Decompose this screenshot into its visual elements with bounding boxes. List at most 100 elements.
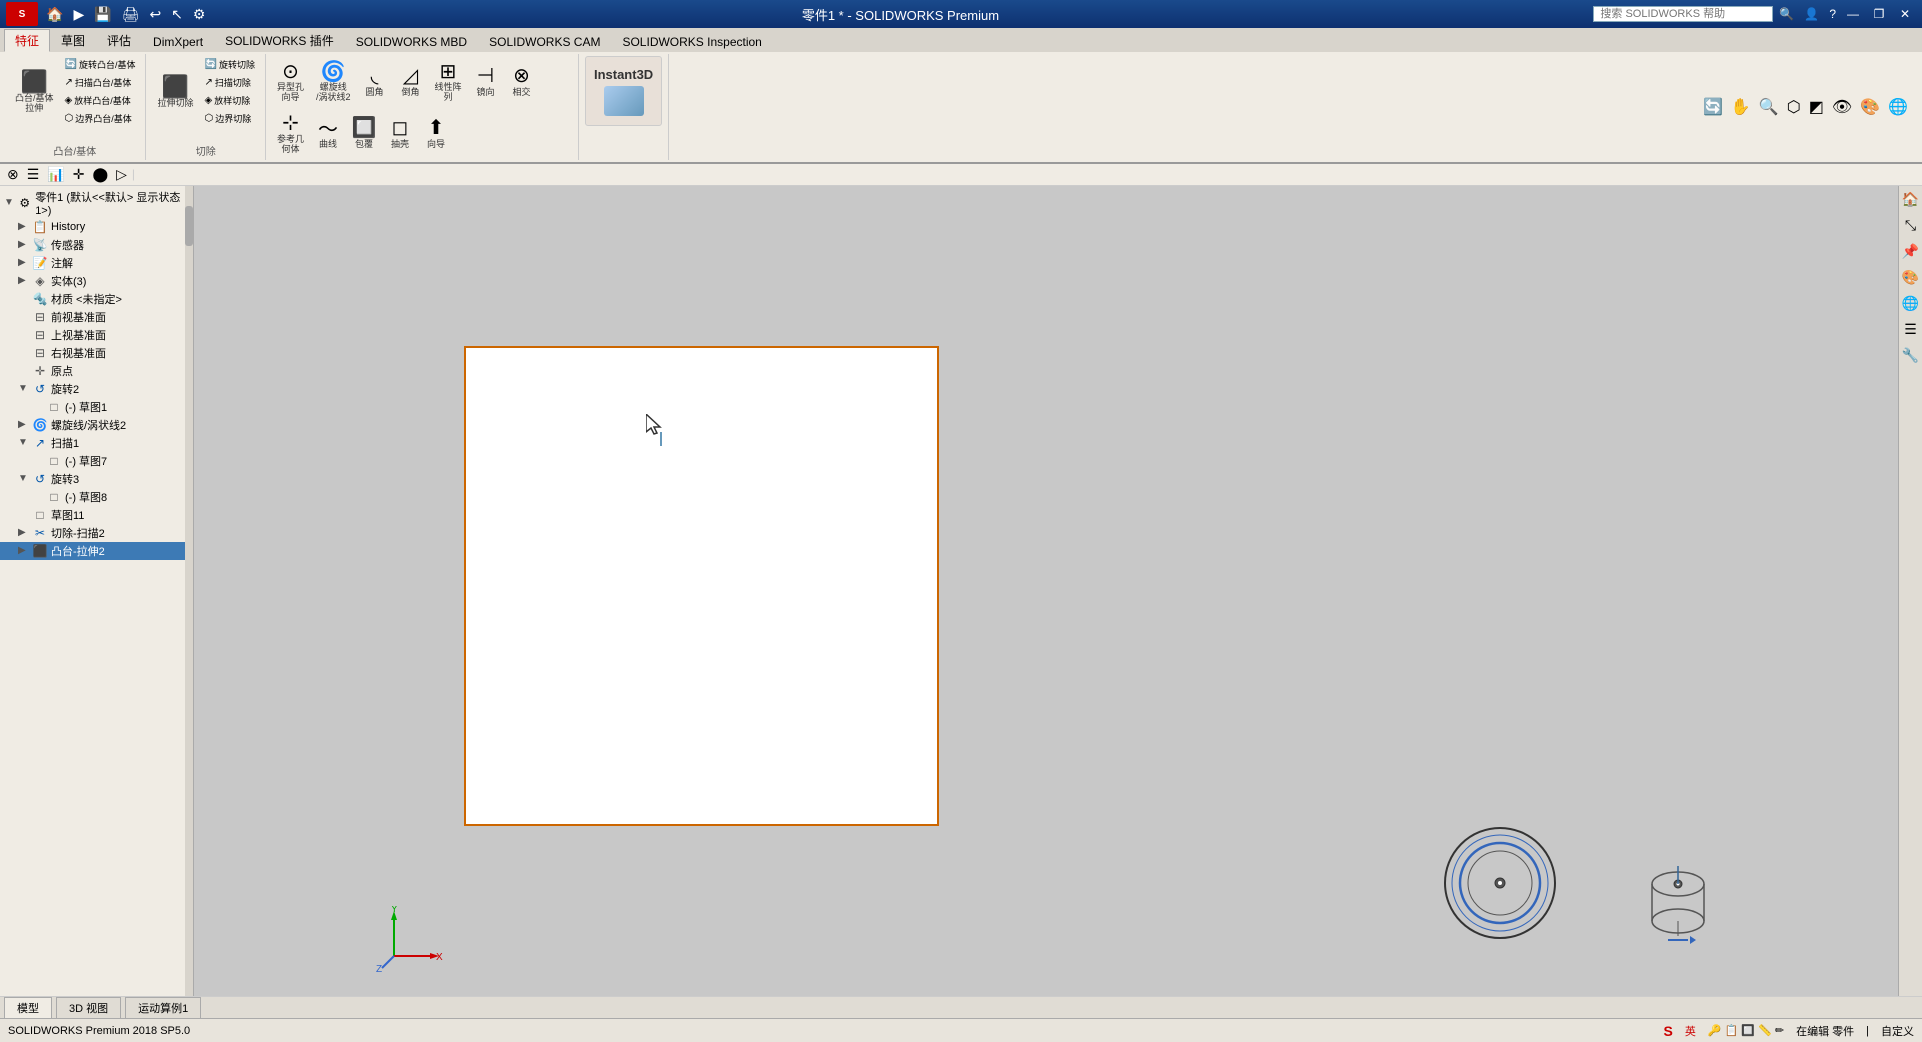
rp-palette-icon[interactable]: 🎨 [1901, 268, 1921, 288]
linear-pattern-button[interactable]: ⊞ 线性阵列 [430, 56, 467, 106]
rp-resize-icon[interactable]: ⤡ [1901, 216, 1921, 236]
tree-right-plane[interactable]: ⊟ 右视基准面 [0, 344, 193, 362]
tree-part-root[interactable]: ▼ ⚙ 零件1 (默认<<默认> 显示状态 1>) [0, 188, 193, 218]
tab-motion1[interactable]: 运动算例1 [125, 997, 201, 1018]
mirror-button[interactable]: ⊣ 镜向 [469, 61, 503, 101]
tree-sensors[interactable]: ▶ 📡 传感器 [0, 236, 193, 254]
tab-dimxpert[interactable]: DimXpert [142, 32, 214, 52]
chamfer-button[interactable]: ◿ 倒角 [394, 61, 428, 101]
tree-material[interactable]: 🔩 材质 <未指定> [0, 290, 193, 308]
tree-scrollbar[interactable] [185, 186, 193, 996]
lofted-boss-button[interactable]: ◈ 放样凸台/基体 [61, 92, 140, 109]
viewport[interactable]: X Y Z [194, 186, 1898, 996]
boundary-cut-button[interactable]: ⬡ 边界切除 [201, 110, 259, 127]
arrow-icon[interactable]: ▷ [113, 165, 130, 184]
shell-button[interactable]: ◻ 抽壳 [383, 113, 417, 153]
intersect-button[interactable]: ⊗ 相交 [505, 61, 539, 101]
lofted-cut-button[interactable]: ◈ 放样切除 [201, 92, 259, 109]
tree-solids[interactable]: ▶ ◈ 实体(3) [0, 272, 193, 290]
new-icon[interactable]: 🏠 [44, 6, 65, 23]
tree-front-plane[interactable]: ⊟ 前视基准面 [0, 308, 193, 326]
tab-sw-mbd[interactable]: SOLIDWORKS MBD [345, 32, 478, 52]
tree-helix2[interactable]: ▶ 🌀 螺旋线/涡状线2 [0, 416, 193, 434]
revolved-cut-button[interactable]: 🔄 旋转切除 [201, 56, 259, 73]
notes-expander[interactable]: ▶ [18, 257, 30, 268]
filter-icon[interactable]: ⊗ [4, 165, 22, 184]
help-icon[interactable]: ? [1827, 7, 1838, 21]
tree-boss-extrude2[interactable]: ▶ ⬛ 凸台-拉伸2 [0, 542, 193, 560]
status-custom[interactable]: 自定义 [1881, 1023, 1914, 1039]
search-input[interactable] [1593, 6, 1773, 22]
tab-evaluate[interactable]: 评估 [96, 29, 142, 52]
save-icon[interactable]: 💾 [92, 6, 113, 23]
tab-sw-cam[interactable]: SOLIDWORKS CAM [478, 32, 611, 52]
select-icon[interactable]: ↖ [169, 6, 185, 23]
direction-button[interactable]: ⬆ 向导 [419, 113, 453, 153]
report-icon[interactable]: 📊 [44, 165, 67, 184]
swept-boss-button[interactable]: ↗ 扫描凸台/基体 [61, 74, 140, 91]
tree-revolve3[interactable]: ▼ ↺ 旋转3 [0, 470, 193, 488]
close-button[interactable]: ✕ [1894, 5, 1916, 23]
tree-scrollbar-thumb[interactable] [185, 206, 193, 246]
tab-sketch[interactable]: 草图 [50, 29, 96, 52]
helix2-expander[interactable]: ▶ [18, 419, 30, 430]
tree-sketch7[interactable]: □ (-) 草图7 [0, 452, 193, 470]
extrude-cut-button[interactable]: ⬛ 拉伸切除 [152, 72, 198, 112]
curves-button[interactable]: 〜 曲线 [311, 113, 345, 153]
tab-3d-view[interactable]: 3D 视图 [56, 997, 121, 1018]
zoom-icon[interactable]: 🔍 [1757, 95, 1781, 119]
rp-tools-icon[interactable]: 🔧 [1901, 346, 1921, 366]
cut-sweep2-expander[interactable]: ▶ [18, 527, 30, 538]
boss-extrude-button[interactable]: ⬛ 凸台/基体拉伸 [10, 67, 59, 117]
circle-icon[interactable]: ⬤ [89, 165, 111, 184]
instant3d-button[interactable]: Instant3D [585, 56, 662, 126]
undo-icon[interactable]: ↩ [147, 6, 163, 23]
revolved-boss-button[interactable]: 🔄 旋转凸台/基体 [61, 56, 140, 73]
tab-sw-inspection[interactable]: SOLIDWORKS Inspection [611, 32, 772, 52]
add-icon[interactable]: ✛ [70, 165, 88, 184]
tree-sweep1[interactable]: ▼ ↗ 扫描1 [0, 434, 193, 452]
view-orient-icon[interactable]: ⬡ [1785, 95, 1803, 119]
tree-top-plane[interactable]: ⊟ 上视基准面 [0, 326, 193, 344]
revolve3-expander[interactable]: ▼ [18, 473, 30, 484]
pan-icon[interactable]: ✋ [1729, 95, 1753, 119]
tree-cut-sweep2[interactable]: ▶ ✂ 切除-扫描2 [0, 524, 193, 542]
thread-button[interactable]: 🌀 螺旋线/涡状线2 [311, 56, 356, 106]
tree-history[interactable]: ▶ 📋 History [0, 218, 193, 236]
open-icon[interactable]: ▶ [71, 6, 86, 23]
tab-model[interactable]: 模型 [4, 997, 52, 1019]
rotate-icon[interactable]: 🔄 [1701, 95, 1725, 119]
appearance-icon[interactable]: 🎨 [1858, 95, 1882, 119]
boundary-boss-button[interactable]: ⬡ 边界凸台/基体 [61, 110, 140, 127]
tree-expander[interactable]: ▼ [4, 197, 15, 208]
rp-list-icon[interactable]: ☰ [1901, 320, 1921, 340]
tree-origin[interactable]: ✛ 原点 [0, 362, 193, 380]
history-expander[interactable]: ▶ [18, 221, 30, 232]
wrap-button[interactable]: 🔲 包覆 [347, 113, 381, 153]
boss-extrude2-expander[interactable]: ▶ [18, 545, 30, 556]
minimize-button[interactable]: — [1842, 5, 1864, 23]
sweep1-expander[interactable]: ▼ [18, 437, 30, 448]
rp-globe-icon[interactable]: 🌐 [1901, 294, 1921, 314]
hole-wizard-button[interactable]: ⊙ 异型孔向导 [272, 56, 309, 106]
rp-pin-icon[interactable]: 📌 [1901, 242, 1921, 262]
scene-icon[interactable]: 🌐 [1886, 95, 1910, 119]
swept-cut-button[interactable]: ↗ 扫描切除 [201, 74, 259, 91]
list-icon[interactable]: ☰ [24, 165, 43, 184]
fillet-button[interactable]: ◟ 圆角 [358, 61, 392, 101]
tab-sw-tools[interactable]: SOLIDWORKS 插件 [214, 29, 345, 52]
sensors-expander[interactable]: ▶ [18, 239, 30, 250]
tree-sketch11[interactable]: □ 草图11 [0, 506, 193, 524]
tree-sketch1[interactable]: □ (-) 草图1 [0, 398, 193, 416]
tree-sketch8[interactable]: □ (-) 草图8 [0, 488, 193, 506]
tree-notes[interactable]: ▶ 📝 注解 [0, 254, 193, 272]
search-icon[interactable]: 🔍 [1777, 7, 1796, 21]
tree-revolve2[interactable]: ▼ ↺ 旋转2 [0, 380, 193, 398]
revolve2-expander[interactable]: ▼ [18, 383, 30, 394]
print-icon[interactable]: 🖨 [120, 6, 142, 23]
tab-features[interactable]: 特征 [4, 29, 50, 52]
display-style-icon[interactable]: ◩ [1807, 95, 1826, 119]
user-icon[interactable]: 👤 [1800, 7, 1823, 21]
solids-expander[interactable]: ▶ [18, 275, 30, 286]
rp-home-icon[interactable]: 🏠 [1901, 190, 1921, 210]
